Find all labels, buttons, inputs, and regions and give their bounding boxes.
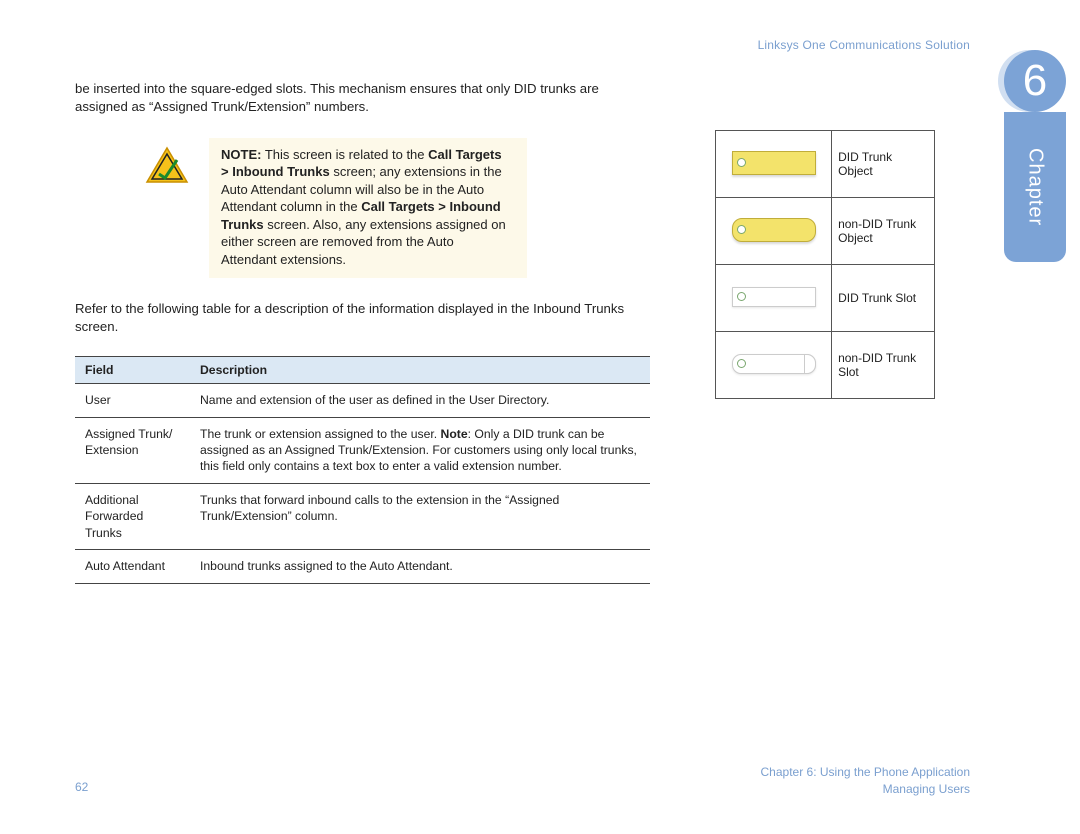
table-row: Assigned Trunk/ Extension The trunk or e… xyxy=(75,417,650,483)
desc-bold: Note xyxy=(441,427,468,441)
main-column: be inserted into the square-edged slots.… xyxy=(75,80,650,584)
footer-section-line: Managing Users xyxy=(761,781,970,798)
table-header-row: Field Description xyxy=(75,357,650,384)
legend-label: non-DID Trunk Slot xyxy=(832,332,935,399)
legend-row: non-DID Trunk Slot xyxy=(716,332,935,399)
field-description-table: Field Description User Name and extensio… xyxy=(75,356,650,584)
intro-paragraph: be inserted into the square-edged slots.… xyxy=(75,80,650,116)
legend-row: DID Trunk Object xyxy=(716,131,935,198)
cell-desc: Name and extension of the user as define… xyxy=(190,384,650,417)
table-row: Additional Forwarded Trunks Trunks that … xyxy=(75,483,650,549)
footer-chapter-line: Chapter 6: Using the Phone Application xyxy=(761,764,970,781)
legend-table: DID Trunk Object non-DID Trunk Object DI… xyxy=(715,130,935,399)
page: Linksys One Communications Solution 6 Ch… xyxy=(0,0,1080,834)
cell-desc: The trunk or extension assigned to the u… xyxy=(190,417,650,483)
chapter-side-tab: Chapter xyxy=(1004,112,1066,262)
legend-row: non-DID Trunk Object xyxy=(716,198,935,265)
cell-field: Auto Attendant xyxy=(75,550,190,583)
legend-icon-non-did-trunk-slot xyxy=(716,332,832,399)
th-description: Description xyxy=(190,357,650,384)
table-intro: Refer to the following table for a descr… xyxy=(75,300,650,336)
note-prefix: NOTE: xyxy=(221,147,261,162)
legend-label: DID Trunk Object xyxy=(832,131,935,198)
legend-label: non-DID Trunk Object xyxy=(832,198,935,265)
cell-field: Assigned Trunk/ Extension xyxy=(75,417,190,483)
th-field: Field xyxy=(75,357,190,384)
page-number: 62 xyxy=(75,780,88,794)
table-row: User Name and extension of the user as d… xyxy=(75,384,650,417)
legend-icon-did-trunk-object xyxy=(716,131,832,198)
cell-field: User xyxy=(75,384,190,417)
desc-pre: Inbound trunks assigned to the Auto Atte… xyxy=(200,559,453,573)
desc-pre: The trunk or extension assigned to the u… xyxy=(200,427,441,441)
footer-right: Chapter 6: Using the Phone Application M… xyxy=(761,764,970,798)
cell-field: Additional Forwarded Trunks xyxy=(75,483,190,549)
table-row: Auto Attendant Inbound trunks assigned t… xyxy=(75,550,650,583)
chapter-side-label: Chapter xyxy=(1024,148,1047,226)
chapter-number-badge: 6 xyxy=(1004,50,1066,112)
note-box: NOTE: This screen is related to the Call… xyxy=(209,138,527,279)
legend-icon-did-trunk-slot xyxy=(716,265,832,332)
legend-row: DID Trunk Slot xyxy=(716,265,935,332)
desc-pre: Name and extension of the user as define… xyxy=(200,393,549,407)
desc-pre: Trunks that forward inbound calls to the… xyxy=(200,493,559,523)
note-block: NOTE: This screen is related to the Call… xyxy=(145,138,650,279)
doc-title: Linksys One Communications Solution xyxy=(758,38,970,52)
legend-label: DID Trunk Slot xyxy=(832,265,935,332)
note-seg-1: This screen is related to the xyxy=(261,147,428,162)
legend-icon-non-did-trunk-object xyxy=(716,198,832,265)
cell-desc: Inbound trunks assigned to the Auto Atte… xyxy=(190,550,650,583)
cell-desc: Trunks that forward inbound calls to the… xyxy=(190,483,650,549)
warning-icon xyxy=(145,146,189,184)
note-seg-3: screen. Also, any extensions assigned on… xyxy=(221,217,506,267)
